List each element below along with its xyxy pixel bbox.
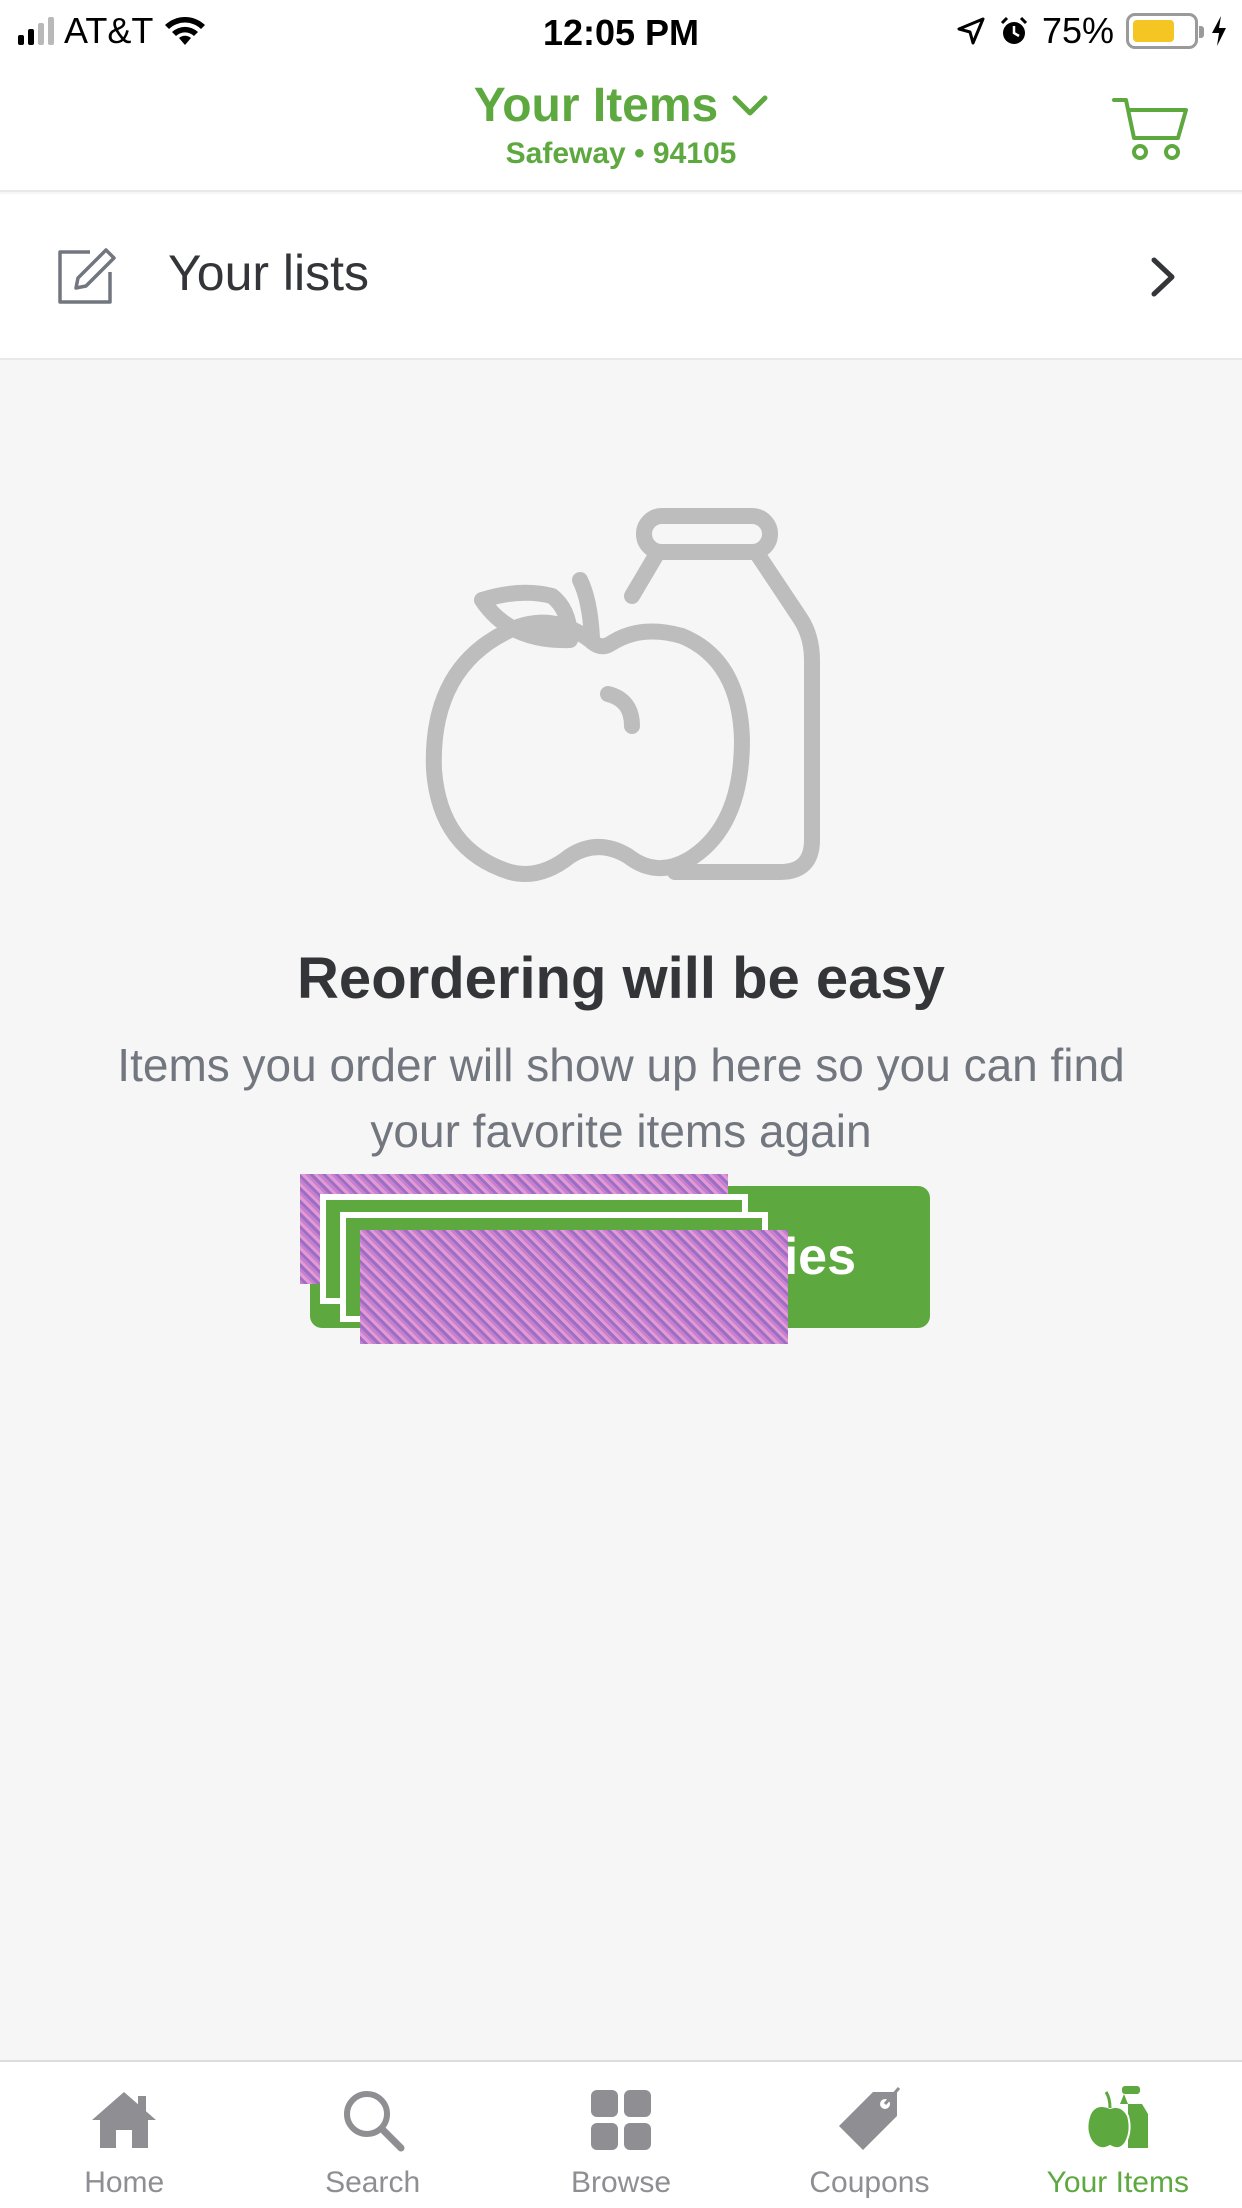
home-icon	[92, 2092, 157, 2148]
grid-icon	[591, 2090, 652, 2150]
tab-browse[interactable]: Browse	[497, 2062, 745, 2208]
status-bar: AT&T 12:05 PM 75%	[0, 0, 1242, 62]
your-lists-row[interactable]: Your lists	[0, 194, 1242, 360]
page-title-dropdown[interactable]: Your Items	[474, 78, 769, 133]
empty-state-title: Reordering will be easy	[297, 946, 945, 1011]
page-title: Your Items	[473, 79, 719, 132]
redaction-block	[360, 1230, 788, 1344]
chevron-right-icon	[1151, 257, 1175, 297]
battery-percent: 75%	[1041, 10, 1114, 51]
search-icon	[343, 2091, 405, 2152]
tab-home[interactable]: Home	[0, 2062, 248, 2208]
tab-label: Home	[84, 2166, 165, 2199]
tab-label: Search	[325, 2166, 421, 2199]
cta-label: ies	[783, 1228, 856, 1286]
charging-bolt-icon	[1212, 16, 1226, 46]
your-lists-label: Your lists	[168, 245, 370, 301]
tab-coupons[interactable]: Coupons	[745, 2062, 993, 2208]
apple-bottle-illustration	[425, 508, 820, 882]
tab-label: Your Items	[1046, 2166, 1189, 2199]
location-arrow-icon	[957, 17, 985, 45]
alarm-icon	[1000, 16, 1027, 44]
battery-icon	[1126, 13, 1204, 49]
bottom-tab-bar: Home Search Browse Coupons Your Items	[0, 2060, 1242, 2208]
tab-label: Coupons	[809, 2166, 930, 2199]
chevron-down-icon	[732, 95, 768, 115]
edit-icon	[58, 248, 116, 304]
tab-label: Browse	[570, 2166, 672, 2199]
store-location-label: Safeway • 94105	[505, 137, 737, 170]
apple-icon	[1086, 2086, 1148, 2150]
header-title-group[interactable]: Your Items Safeway • 94105	[0, 78, 1242, 171]
app-header: Your Items Safeway • 94105	[0, 62, 1242, 192]
empty-state-description: Items you order will show up here so you…	[117, 1039, 1125, 1157]
tab-your-items[interactable]: Your Items	[994, 2062, 1242, 2208]
tab-search[interactable]: Search	[248, 2062, 496, 2208]
cart-icon[interactable]	[1112, 92, 1192, 162]
tag-icon	[839, 2087, 901, 2150]
status-right: 75%	[956, 10, 1228, 52]
